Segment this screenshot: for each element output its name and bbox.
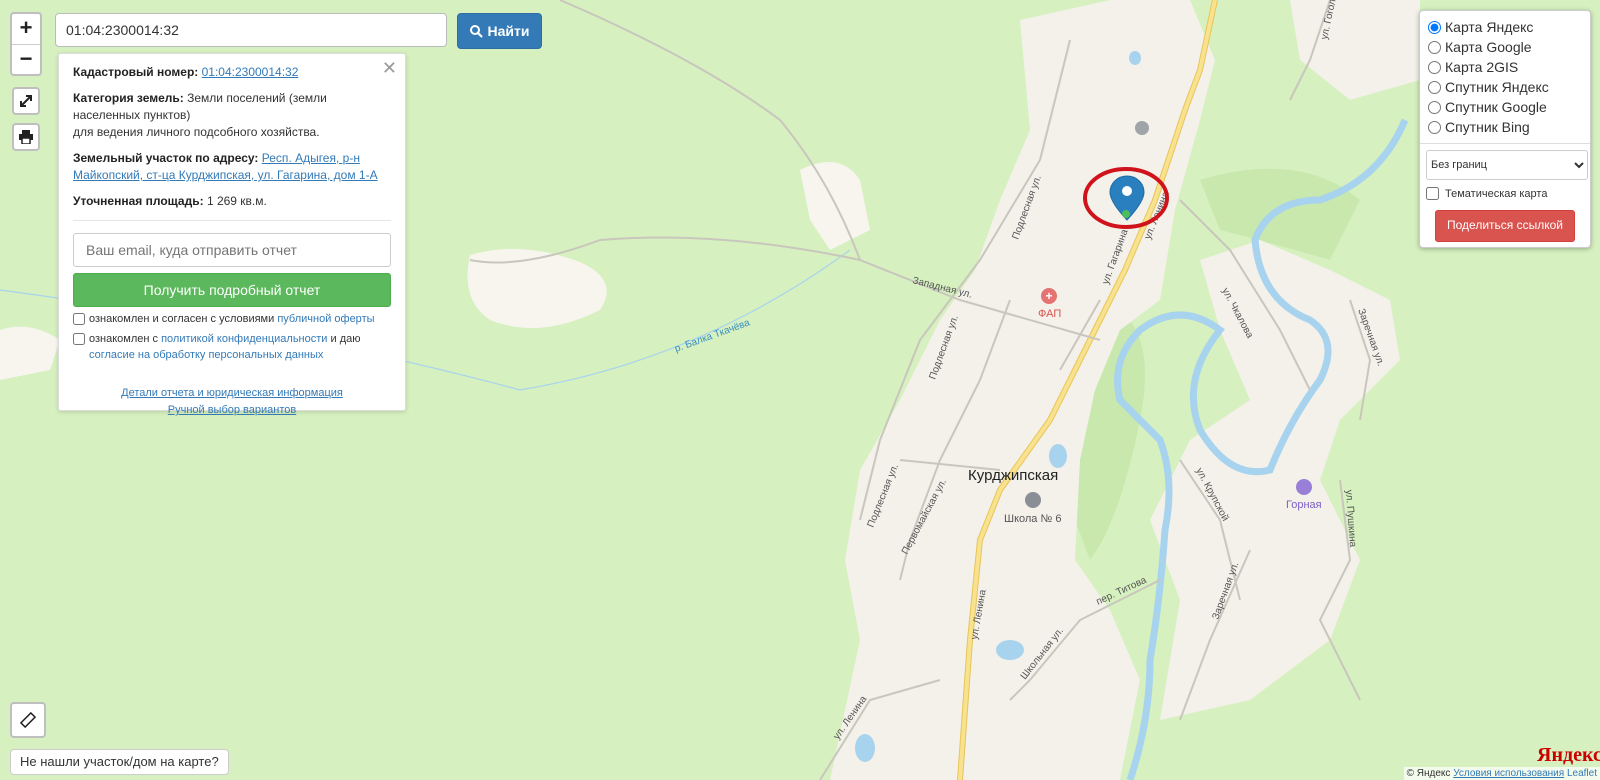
search-icon xyxy=(469,24,483,38)
poi-gornaya-label: Горная xyxy=(1286,499,1322,511)
settlement-label: Курджипская xyxy=(968,467,1058,484)
svg-text:+: + xyxy=(1045,289,1052,303)
ruler-icon xyxy=(19,711,37,729)
get-report-button[interactable]: Получить подробный отчет xyxy=(73,273,391,307)
search-input[interactable] xyxy=(55,13,447,47)
consent-offer-row: ознакомлен и согласен с условиями публич… xyxy=(73,311,391,327)
attribution-yandex: © Яндекс xyxy=(1406,768,1451,779)
zoom-control: + − xyxy=(10,12,42,76)
close-icon[interactable]: ✕ xyxy=(382,58,397,79)
fullscreen-button[interactable] xyxy=(12,87,40,115)
zoom-out-button[interactable]: − xyxy=(12,44,40,75)
search-button[interactable]: Найти xyxy=(457,13,542,49)
print-button[interactable] xyxy=(12,123,40,151)
cadastral-row: Кадастровый номер: 01:04:2300014:32 xyxy=(73,64,391,81)
layer-radio[interactable] xyxy=(1428,60,1441,74)
manual-selection-link[interactable]: Ручной выбор вариантов xyxy=(168,402,296,419)
layer-label: Спутник Яндекс xyxy=(1445,79,1549,95)
layer-option-google-satellite[interactable]: Спутник Google xyxy=(1426,97,1584,117)
public-offer-link[interactable]: публичной оферты xyxy=(277,313,374,325)
poi-fap-label: ФАП xyxy=(1038,308,1061,320)
usage-value: для ведения личного подсобного хозяйства… xyxy=(73,125,320,139)
expand-icon xyxy=(20,95,32,107)
consent-privacy-checkbox[interactable] xyxy=(73,333,85,345)
layer-option-google-map[interactable]: Карта Google xyxy=(1426,37,1584,57)
address-row: Земельный участок по адресу: Респ. Адыге… xyxy=(73,150,391,184)
layer-radio[interactable] xyxy=(1428,120,1441,134)
area-value: 1 269 кв.м. xyxy=(206,194,267,208)
printer-icon xyxy=(19,130,33,144)
theme-map-row[interactable]: Тематическая карта xyxy=(1426,187,1584,200)
layer-label: Карта 2GIS xyxy=(1445,59,1519,75)
terms-link[interactable]: Условия использования xyxy=(1453,768,1564,779)
leaflet-link[interactable]: Leaflet xyxy=(1567,768,1597,779)
consent-privacy-text: ознакомлен с xyxy=(89,333,159,345)
yandex-logo: Яндекс xyxy=(1537,744,1600,766)
attribution: © Яндекс Условия использования Leaflet xyxy=(1403,767,1600,780)
privacy-policy-link[interactable]: политикой конфиденциальности xyxy=(161,333,327,345)
address-label: Земельный участок по адресу: xyxy=(73,151,259,165)
layer-option-yandex-satellite[interactable]: Спутник Яндекс xyxy=(1426,77,1584,97)
layer-option-2gis-map[interactable]: Карта 2GIS xyxy=(1426,57,1584,77)
consent-offer-text: ознакомлен и согласен с условиями xyxy=(89,313,275,325)
layer-option-yandex-map[interactable]: Карта Яндекс xyxy=(1426,17,1584,37)
layer-radio[interactable] xyxy=(1428,20,1441,34)
search-button-label: Найти xyxy=(487,23,530,39)
layers-panel: Карта Яндекс Карта Google Карта 2GIS Спу… xyxy=(1419,10,1591,248)
consent-privacy-row: ознакомлен с политикой конфиденциальност… xyxy=(73,331,391,363)
poi-school-label: Школа № 6 xyxy=(1004,513,1061,525)
area-label: Уточненная площадь: xyxy=(73,194,204,208)
area-row: Уточненная площадь: 1 269 кв.м. xyxy=(73,193,391,221)
layer-label: Спутник Google xyxy=(1445,99,1547,115)
consent-offer-checkbox[interactable] xyxy=(73,313,85,325)
cadastral-label: Кадастровый номер: xyxy=(73,65,199,79)
consent-privacy-mid: и даю xyxy=(330,333,361,345)
layer-radio[interactable] xyxy=(1428,100,1441,114)
borders-select[interactable]: Без границ xyxy=(1426,150,1588,180)
share-link-button[interactable]: Поделиться ссылкой xyxy=(1435,210,1575,242)
measure-button[interactable] xyxy=(10,702,46,738)
not-found-button[interactable]: Не нашли участок/дом на карте? xyxy=(10,749,229,775)
category-row: Категория земель: Земли поселений (земли… xyxy=(73,90,391,141)
layer-option-bing-satellite[interactable]: Спутник Bing xyxy=(1426,117,1584,137)
school-icon[interactable] xyxy=(1025,492,1041,508)
parcel-info-panel: ✕ Кадастровый номер: 01:04:2300014:32 Ка… xyxy=(58,53,406,416)
cadastral-link[interactable]: 01:04:2300014:32 xyxy=(202,65,299,79)
layer-label: Спутник Bing xyxy=(1445,119,1530,135)
email-field[interactable] xyxy=(73,233,391,267)
landmark-icon[interactable] xyxy=(1296,479,1312,495)
layer-radio[interactable] xyxy=(1428,80,1441,94)
service-icon[interactable] xyxy=(1135,121,1149,135)
personal-data-link[interactable]: согласие на обработку персональных данны… xyxy=(89,349,323,361)
layer-radio[interactable] xyxy=(1428,40,1441,54)
theme-map-label: Тематическая карта xyxy=(1445,187,1548,200)
category-label: Категория земель: xyxy=(73,91,184,105)
layer-label: Карта Google xyxy=(1445,39,1532,55)
report-details-link[interactable]: Детали отчета и юридическая информация xyxy=(121,385,343,402)
layer-label: Карта Яндекс xyxy=(1445,19,1534,35)
theme-map-checkbox[interactable] xyxy=(1426,187,1439,200)
zoom-in-button[interactable]: + xyxy=(12,14,40,44)
